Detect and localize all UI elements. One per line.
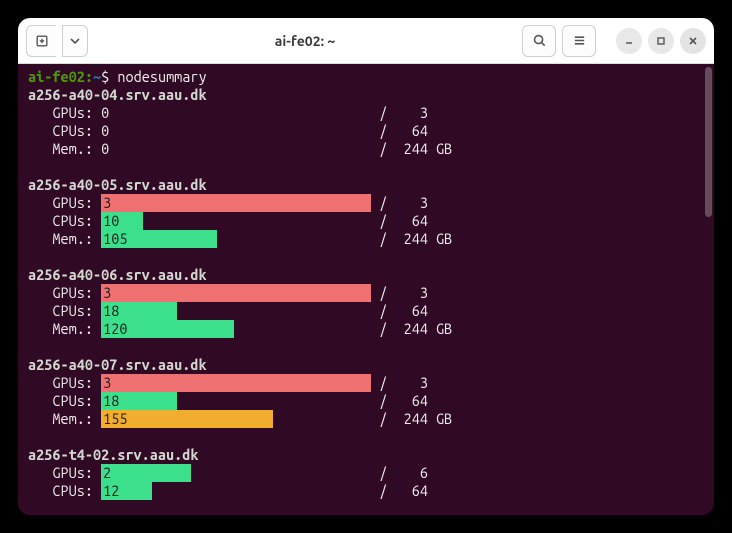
resource-used: 2 xyxy=(103,464,111,482)
resource-used: 105 xyxy=(103,230,127,248)
resource-used: 120 xyxy=(103,320,127,338)
window-title: ai-fe02: ~ xyxy=(94,33,516,49)
resource-row: GPUs: 2 / 6 xyxy=(28,464,704,482)
resource-bar: 3 xyxy=(101,374,371,392)
resource-label: GPUs: xyxy=(28,464,101,482)
resource-total: / 244 GB xyxy=(371,230,452,248)
node-output: a256-a40-04.srv.aau.dk GPUs: 0 / 3 CPUs:… xyxy=(28,86,704,515)
resource-bar: 120 xyxy=(101,320,371,338)
new-tab-button[interactable] xyxy=(26,25,56,57)
resource-row: CPUs: 18 / 64 xyxy=(28,392,704,410)
resource-row: GPUs: 3 / 3 xyxy=(28,194,704,212)
minimize-button[interactable] xyxy=(616,28,642,54)
resource-total: / 64 xyxy=(371,302,428,320)
resource-label: GPUs: xyxy=(28,194,101,212)
resource-used: 3 xyxy=(103,284,111,302)
resource-total: / 244 GB xyxy=(371,410,452,428)
terminal-window: ai-fe02: ~ ai-fe02:~$ nodesummary a256-a… xyxy=(18,18,714,515)
resource-total: / 64 xyxy=(371,122,428,140)
titlebar: ai-fe02: ~ xyxy=(18,18,714,64)
resource-total: / 244 GB xyxy=(371,140,452,158)
resource-total: / 3 xyxy=(371,104,428,122)
resource-used: 0 xyxy=(101,140,109,158)
resource-used: 12 xyxy=(103,482,119,500)
resource-used: 155 xyxy=(103,410,127,428)
resource-bar: 3 xyxy=(101,284,371,302)
command-text: nodesummary xyxy=(117,68,206,85)
resource-used: 0 xyxy=(101,122,109,140)
resource-bar: 0 xyxy=(101,122,371,140)
resource-bar: 12 xyxy=(101,482,371,500)
resource-row: GPUs: 3 / 3 xyxy=(28,284,704,302)
maximize-button[interactable] xyxy=(648,28,674,54)
resource-label: Mem.: xyxy=(28,410,101,428)
prompt-line: ai-fe02:~$ nodesummary xyxy=(28,68,704,86)
resource-used: 10 xyxy=(103,212,119,230)
resource-bar: 105 xyxy=(101,230,371,248)
prompt-host: ai-fe02 xyxy=(28,68,85,85)
resource-row: GPUs: 3 / 3 xyxy=(28,374,704,392)
resource-row: CPUs: 12 / 64 xyxy=(28,482,704,500)
resource-used: 18 xyxy=(103,302,119,320)
node-hostname: a256-a40-06.srv.aau.dk xyxy=(28,266,704,284)
resource-row: Mem.: 0 / 244 GB xyxy=(28,140,704,158)
resource-total: / 3 xyxy=(371,374,428,392)
resource-row: GPUs: 0 / 3 xyxy=(28,104,704,122)
resource-total: / 64 xyxy=(371,392,428,410)
resource-used: 18 xyxy=(103,392,119,410)
resource-label: GPUs: xyxy=(28,104,101,122)
resource-label: CPUs: xyxy=(28,392,101,410)
resource-bar: 0 xyxy=(101,104,371,122)
terminal-body[interactable]: ai-fe02:~$ nodesummary a256-a40-04.srv.a… xyxy=(18,64,714,515)
resource-label: Mem.: xyxy=(28,230,101,248)
new-tab-dropdown[interactable] xyxy=(62,25,88,57)
resource-label: Mem.: xyxy=(28,140,101,158)
resource-label: Mem.: xyxy=(28,320,101,338)
resource-row: CPUs: 0 / 64 xyxy=(28,122,704,140)
resource-row: Mem.: 120 / 244 GB xyxy=(28,320,704,338)
resource-total: / 64 xyxy=(371,482,428,500)
resource-bar: 18 xyxy=(101,392,371,410)
node-hostname: a256-a40-04.srv.aau.dk xyxy=(28,86,704,104)
resource-label: CPUs: xyxy=(28,212,101,230)
resource-bar: 18 xyxy=(101,302,371,320)
resource-bar: 10 xyxy=(101,212,371,230)
resource-total: / 6 xyxy=(371,464,428,482)
resource-label: GPUs: xyxy=(28,374,101,392)
resource-used: 3 xyxy=(103,194,111,212)
resource-total: / 3 xyxy=(371,194,428,212)
hamburger-menu-button[interactable] xyxy=(562,25,596,57)
node-hostname: a256-a40-07.srv.aau.dk xyxy=(28,356,704,374)
resource-label: CPUs: xyxy=(28,122,101,140)
resource-bar: 155 xyxy=(101,410,371,428)
resource-total: / 64 xyxy=(371,212,428,230)
resource-row: Mem.: 155 / 244 GB xyxy=(28,410,704,428)
node-hostname: a256-t4-02.srv.aau.dk xyxy=(28,446,704,464)
resource-total: / 3 xyxy=(371,284,428,302)
prompt-path: ~ xyxy=(93,68,101,85)
resource-used: 0 xyxy=(101,104,109,122)
resource-row: CPUs: 10 / 64 xyxy=(28,212,704,230)
close-button[interactable] xyxy=(680,28,706,54)
resource-row: Mem.: 105 / 244 GB xyxy=(28,230,704,248)
search-button[interactable] xyxy=(522,25,556,57)
resource-label: CPUs: xyxy=(28,302,101,320)
resource-label: GPUs: xyxy=(28,284,101,302)
resource-bar: 0 xyxy=(101,140,371,158)
resource-label: CPUs: xyxy=(28,482,101,500)
resource-bar: 2 xyxy=(101,464,371,482)
node-hostname: a256-a40-05.srv.aau.dk xyxy=(28,176,704,194)
resource-used: 3 xyxy=(103,374,111,392)
resource-total: / 244 GB xyxy=(371,320,452,338)
scrollbar-thumb[interactable] xyxy=(705,67,712,217)
resource-row: CPUs: 18 / 64 xyxy=(28,302,704,320)
resource-bar: 3 xyxy=(101,194,371,212)
